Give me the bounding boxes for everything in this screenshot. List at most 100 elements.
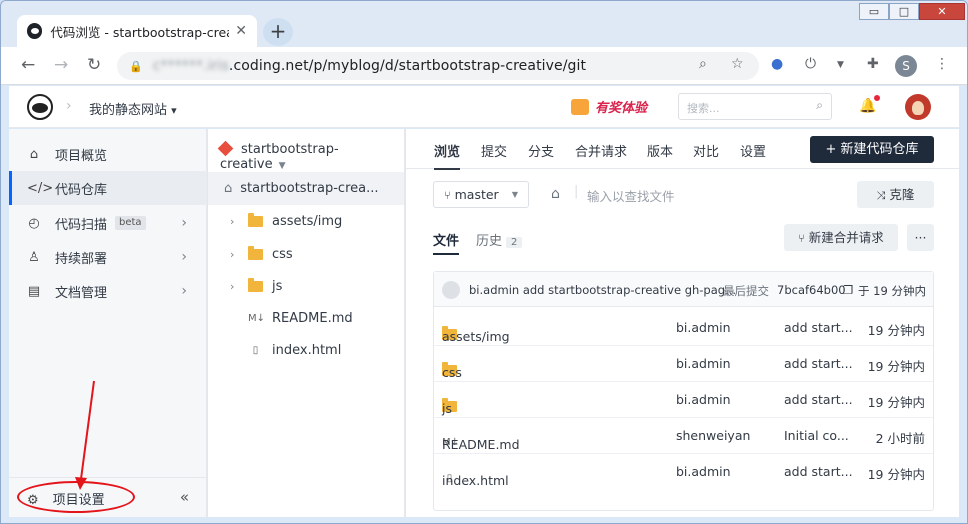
tab-commits[interactable]: 提交 [481,141,507,160]
tree-item-readme[interactable]: M↓ README.md [230,311,353,326]
file-search-input[interactable]: 输入以查找文件 [587,186,675,205]
lock-icon: 🔒 [129,59,143,73]
last-commit-time: 于 19 分钟内 [858,284,926,298]
minimize-button[interactable]: ▭ [859,3,889,20]
sidebar-footer: ⚙ 项目设置 « [9,477,207,517]
coding-favicon-icon [27,23,43,39]
merge-request-icon: ⑂ [798,232,805,245]
table-row[interactable]: assets/img bi.admin add start... 19 分钟内 [434,310,933,346]
new-repo-button[interactable]: + 新建代码仓库 [810,136,934,163]
clone-label: 克隆 [889,187,915,202]
tab-compare[interactable]: 对比 [693,141,719,160]
extensions-puzzle-icon[interactable]: ✚ [867,56,879,72]
file-name[interactable]: README.md [442,437,520,452]
path-divider: | [574,184,579,199]
tab-branches[interactable]: 分支 [528,141,554,160]
notification-dot [874,95,881,101]
table-row[interactable]: css bi.admin add start... 19 分钟内 [434,346,933,382]
file-commit-message[interactable]: Initial co... [784,428,849,443]
table-row[interactable]: js bi.admin add start... 19 分钟内 [434,382,933,418]
promo-text: 有奖体验 [595,101,648,116]
history-count-badge: 2 [506,237,523,248]
close-window-button[interactable]: ✕ [919,3,965,20]
subtab-history[interactable]: 历史 2 [476,230,523,249]
file-commit-message[interactable]: add start... [784,392,853,407]
sidebar-item-overview[interactable]: ⌂ 项目概览 [9,137,207,171]
file-commit-message[interactable]: add start... [784,464,853,479]
more-actions-button[interactable]: ··· [907,224,934,251]
address-bar[interactable]: 🔒 c******.iris.coding.net/p/myblog/d/sta… [117,52,759,80]
bookmark-star-icon[interactable]: ☆ [731,56,744,72]
coding-logo-icon[interactable] [27,94,53,120]
chevron-right-icon[interactable]: › [230,280,248,293]
tab-close-icon[interactable]: ✕ [235,23,247,39]
power-extension-icon[interactable]: ⏻ [805,56,816,72]
tab-merge-requests[interactable]: 合并请求 [575,141,627,160]
tree-item-css[interactable]: › css [230,246,293,262]
global-search-input[interactable]: 搜索... ⌕ [678,93,832,120]
scan-icon: ◴ [28,215,40,231]
path-home-icon[interactable]: ⌂ [551,186,560,202]
repo-selector[interactable]: startbootstrap-creative ▼ [217,140,404,172]
last-commit-message[interactable]: bi.admin add startbootstrap-creative gh-… [469,283,736,297]
branch-icon: ⑂ [444,189,451,202]
file-name[interactable]: css [442,365,462,380]
file-name[interactable]: js [442,401,452,416]
sidebar-item-deploy[interactable]: ♙ 持续部署 › [9,240,207,274]
tree-item-assets-img[interactable]: › assets/img [230,213,343,229]
back-arrow-icon[interactable]: ← [21,55,35,75]
extension-globe-icon[interactable]: ● [771,56,783,72]
profile-avatar[interactable]: S [895,55,917,77]
html-file-icon: ▯ [252,345,259,356]
commit-hash[interactable]: 7bcaf64b00 [777,283,846,297]
maximize-button[interactable]: □ [889,3,919,20]
tab-releases[interactable]: 版本 [647,141,673,160]
browser-tab[interactable]: 代码浏览 - startbootstrap-creat ✕ [17,15,257,47]
sidebar-item-docs[interactable]: ▤ 文档管理 › [9,274,207,308]
new-merge-request-button[interactable]: ⑂ 新建合并请求 [784,224,898,251]
subtab-underline [433,253,459,255]
promo-banner[interactable]: 有奖体验 [571,97,647,116]
extension-dropdown-icon[interactable]: ▼ [837,60,844,70]
sidebar-item-code-scan[interactable]: ◴ 代码扫描 beta › [9,206,207,240]
sidebar-item-code-repo[interactable]: </> 代码仓库 [9,171,207,205]
project-switcher[interactable]: 我的静态网站 ▾ [89,99,177,118]
user-avatar[interactable] [905,94,931,120]
browser-menu-icon[interactable]: ⋮ [935,56,949,72]
branch-selector[interactable]: ⑂ master ▼ [433,181,529,208]
file-author: bi.admin [676,356,731,371]
file-name[interactable]: index.html [442,473,509,488]
file-name[interactable]: assets/img [442,329,510,344]
new-tab-button[interactable]: + [263,18,293,46]
tree-item-js[interactable]: › js [230,278,283,294]
chevron-right-icon[interactable]: › [230,248,248,261]
folder-icon [248,246,263,260]
tab-browse[interactable]: 浏览 [434,141,461,170]
tree-item-label: js [272,279,283,294]
reload-icon[interactable]: ↻ [87,55,101,75]
chevron-right-icon: › [181,249,187,265]
zoom-icon[interactable]: ⌕ [699,56,707,72]
copy-icon[interactable]: ❐ [843,283,853,297]
browser-tab-strip: 代码浏览 - startbootstrap-creat ✕ + ▭ □ ✕ [1,1,967,47]
doc-icon: ▤ [27,283,41,299]
tree-item-index-html[interactable]: ▯ index.html [230,343,342,358]
tab-settings[interactable]: 设置 [740,141,766,160]
tree-item-label: assets/img [272,214,343,229]
table-row[interactable]: M↓ README.md shenweiyan Initial co... 2 小… [434,418,933,454]
table-row[interactable]: ▯ index.html bi.admin add start... 19 分钟内 [434,454,933,490]
file-time: 19 分钟内 [867,359,925,374]
search-placeholder: 搜索... [687,102,720,115]
collapse-sidebar-icon[interactable]: « [180,488,189,506]
notification-bell-icon[interactable]: 🔔 [859,95,881,114]
subtab-files[interactable]: 文件 [433,230,459,249]
search-icon[interactable]: ⌕ [816,98,823,113]
forward-arrow-icon[interactable]: → [54,55,68,75]
file-commit-message[interactable]: add start... [784,320,853,335]
file-commit-message[interactable]: add start... [784,356,853,371]
folder-icon [248,278,263,292]
chevron-right-icon[interactable]: › [230,215,248,228]
clone-button[interactable]: ⤨ 克隆 [857,181,934,208]
tree-root-item[interactable]: ⌂ startbootstrap-crea... [208,172,404,205]
file-table: bi.admin add startbootstrap-creative gh-… [433,271,934,511]
